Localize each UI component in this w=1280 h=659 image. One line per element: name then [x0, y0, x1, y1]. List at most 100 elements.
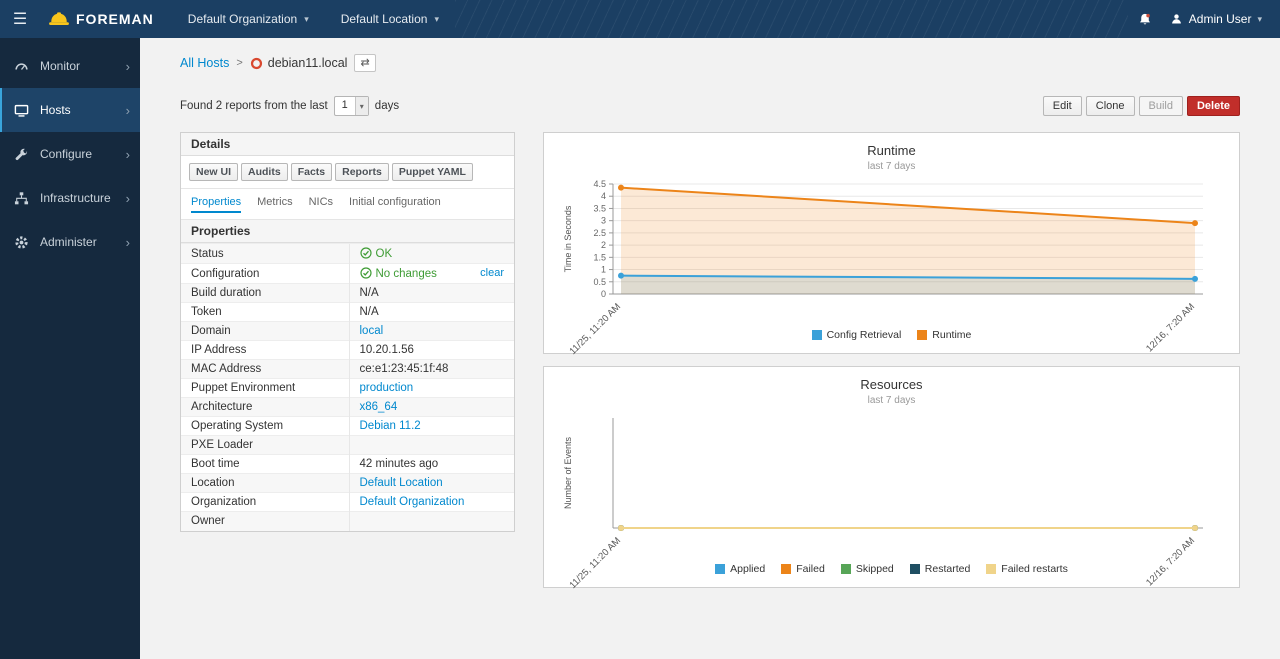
property-value-link[interactable]: x86_64 [360, 401, 398, 413]
property-value: ce:e1:23:45:1f:48 [349, 360, 514, 379]
puppet-yaml-button[interactable]: Puppet YAML [392, 163, 473, 181]
legend-item-skipped[interactable]: Skipped [841, 563, 894, 575]
new-ui-button[interactable]: New UI [189, 163, 238, 181]
property-value-link[interactable]: Debian 11.2 [360, 420, 421, 432]
svg-text:1.5: 1.5 [593, 252, 606, 262]
sidebar: Monitor›Hosts›Configure›Infrastructure›A… [0, 38, 140, 659]
host-switcher-button[interactable]: ⇄ [354, 54, 375, 72]
property-label: Organization [181, 493, 349, 512]
clear-link[interactable]: clear [480, 267, 504, 279]
properties-table-body: StatusOKConfigurationNo changesclearBuil… [181, 244, 514, 531]
facts-button[interactable]: Facts [291, 163, 332, 181]
property-value: No changesclear [349, 264, 514, 284]
legend-swatch [812, 330, 822, 340]
property-value: 10.20.1.56 [349, 341, 514, 360]
property-label: Location [181, 474, 349, 493]
property-row: ConfigurationNo changesclear [181, 264, 514, 284]
property-value[interactable]: production [349, 379, 514, 398]
property-label: MAC Address [181, 360, 349, 379]
sidebar-item-label: Hosts [40, 103, 126, 117]
details-tabs: Properties Metrics NICs Initial configurati… [181, 189, 514, 220]
all-hosts-link[interactable]: All Hosts [180, 56, 229, 70]
tab-initial-configuration[interactable]: Initial configuration [349, 196, 441, 213]
property-label: Token [181, 303, 349, 322]
property-value-link[interactable]: local [360, 325, 384, 337]
reports-button[interactable]: Reports [335, 163, 389, 181]
legend-item-restarted[interactable]: Restarted [910, 563, 971, 575]
check-circle-icon [360, 247, 372, 259]
tab-nics[interactable]: NICs [309, 196, 333, 213]
caret-down-icon: ▾ [434, 14, 439, 25]
reports-count-text: Found 2 reports from the last 1 ▾ days [180, 96, 399, 116]
property-row: Owner [181, 512, 514, 531]
svg-text:1: 1 [600, 265, 605, 275]
sidebar-item-configure[interactable]: Configure› [0, 132, 140, 176]
property-value: N/A [349, 303, 514, 322]
legend-item-runtime[interactable]: Runtime [917, 329, 971, 341]
legend-swatch [715, 564, 725, 574]
user-menu[interactable]: Admin User ▾ [1162, 0, 1280, 38]
sidebar-item-hosts[interactable]: Hosts› [0, 88, 140, 132]
organization-selector[interactable]: Default Organization ▾ [172, 0, 325, 38]
sidebar-item-infrastructure[interactable]: Infrastructure› [0, 176, 140, 220]
tab-metrics[interactable]: Metrics [257, 196, 292, 213]
property-label: Boot time [181, 455, 349, 474]
hosts-icon [14, 103, 31, 118]
property-label: Domain [181, 322, 349, 341]
caret-down-icon: ▾ [1257, 14, 1262, 25]
property-value-link[interactable]: Default Location [360, 477, 443, 489]
property-value-link[interactable]: production [360, 382, 414, 394]
chevron-right-icon: › [126, 59, 130, 74]
legend-item-config-retrieval[interactable]: Config Retrieval [812, 329, 902, 341]
days-select[interactable]: 1 ▾ [334, 96, 369, 116]
property-value-link[interactable]: Default Organization [360, 496, 465, 508]
legend-swatch [910, 564, 920, 574]
property-value[interactable]: Default Location [349, 474, 514, 493]
property-label: Owner [181, 512, 349, 531]
legend-item-applied[interactable]: Applied [715, 563, 765, 575]
legend-item-failed[interactable]: Failed [781, 563, 825, 575]
property-value[interactable]: Default Organization [349, 493, 514, 512]
sidebar-item-administer[interactable]: Administer› [0, 220, 140, 264]
tab-properties[interactable]: Properties [191, 196, 241, 213]
host-action-buttons: Edit Clone Build Delete [1043, 96, 1240, 116]
clone-button[interactable]: Clone [1086, 96, 1135, 116]
caret-down-icon: ▾ [304, 14, 309, 25]
details-buttons: New UIAuditsFactsReportsPuppet YAML [181, 156, 514, 189]
runtime-chart-card: Runtime last 7 days 00.511.522.533.544.5… [543, 132, 1240, 354]
location-selector[interactable]: Default Location ▾ [325, 0, 455, 38]
chart-title: Runtime [552, 143, 1231, 158]
property-label: PXE Loader [181, 436, 349, 455]
build-button[interactable]: Build [1139, 96, 1183, 116]
sidebar-item-label: Administer [40, 235, 126, 249]
property-row: IP Address10.20.1.56 [181, 341, 514, 360]
hamburger-menu-button[interactable]: ☰ [0, 0, 40, 38]
property-value[interactable]: x86_64 [349, 398, 514, 417]
svg-text:4: 4 [600, 191, 605, 201]
brand-text: FOREMAN [76, 11, 154, 27]
legend-item-failed-restarts[interactable]: Failed restarts [986, 563, 1068, 575]
audits-button[interactable]: Audits [241, 163, 288, 181]
property-row: Organization Default Organization [181, 493, 514, 512]
svg-text:Number of Events: Number of Events [563, 436, 573, 509]
property-value[interactable]: Debian 11.2 [349, 417, 514, 436]
legend-swatch [986, 564, 996, 574]
property-row: StatusOK [181, 244, 514, 264]
sidebar-item-label: Infrastructure [40, 191, 126, 205]
property-label: Configuration [181, 264, 349, 284]
delete-button[interactable]: Delete [1187, 96, 1240, 116]
property-row: Boot time42 minutes ago [181, 455, 514, 474]
property-row: Operating SystemDebian 11.2 [181, 417, 514, 436]
property-value[interactable]: local [349, 322, 514, 341]
notifications-bell-icon[interactable] [1128, 0, 1162, 38]
configure-icon [14, 147, 31, 162]
navbar-stripe-pattern [455, 0, 1128, 38]
property-value: OK [349, 244, 514, 264]
property-value [349, 512, 514, 531]
edit-button[interactable]: Edit [1043, 96, 1082, 116]
resources-chart-legend: Applied Failed Skipped Restarted Failed rest… [552, 563, 1231, 575]
sidebar-item-monitor[interactable]: Monitor› [0, 44, 140, 88]
svg-text:4.5: 4.5 [593, 179, 606, 189]
svg-text:2: 2 [600, 240, 605, 250]
user-icon [1170, 12, 1183, 26]
